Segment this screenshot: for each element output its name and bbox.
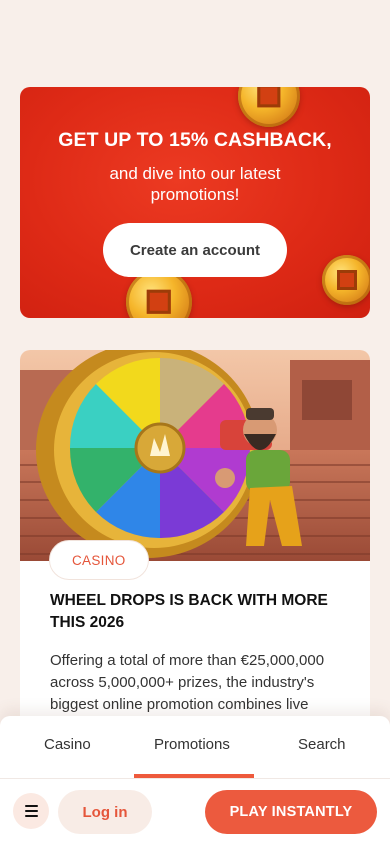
play-instantly-button[interactable]: PLAY INSTANTLY <box>205 790 377 834</box>
promo-subtext: and dive into our latest promotions! <box>109 164 281 204</box>
menu-button[interactable] <box>13 793 49 829</box>
hamburger-menu-icon <box>24 809 38 813</box>
wheel-drops-promo-image <box>20 350 370 561</box>
login-button[interactable]: Log in <box>58 790 152 834</box>
article-excerpt: Offering a total of more than €25,000,00… <box>50 652 325 713</box>
promotion-article-card[interactable]: CASINO WHEEL DROPS IS BACK WITH MORE THI… <box>20 350 370 730</box>
create-account-button[interactable]: Create an account <box>103 223 287 277</box>
promo-headline: GET UP TO 15% CASHBACK, <box>58 129 332 151</box>
bottom-action-bar: Log in PLAY INSTANTLY <box>0 778 390 844</box>
gold-coin-decoration <box>322 255 370 305</box>
article-title: WHEEL DROPS IS BACK WITH MORE THIS 2026 <box>50 592 328 631</box>
tab-promotions[interactable]: Promotions <box>154 736 230 753</box>
gold-coin-decoration <box>238 87 300 127</box>
tab-search[interactable]: Search <box>298 736 346 753</box>
section-tab-bar: Casino Promotions Search <box>0 716 390 778</box>
category-tag[interactable]: CASINO <box>49 540 149 580</box>
cashback-promo-banner: GET UP TO 15% CASHBACK, and dive into ou… <box>20 87 370 318</box>
tab-casino[interactable]: Casino <box>44 736 91 753</box>
